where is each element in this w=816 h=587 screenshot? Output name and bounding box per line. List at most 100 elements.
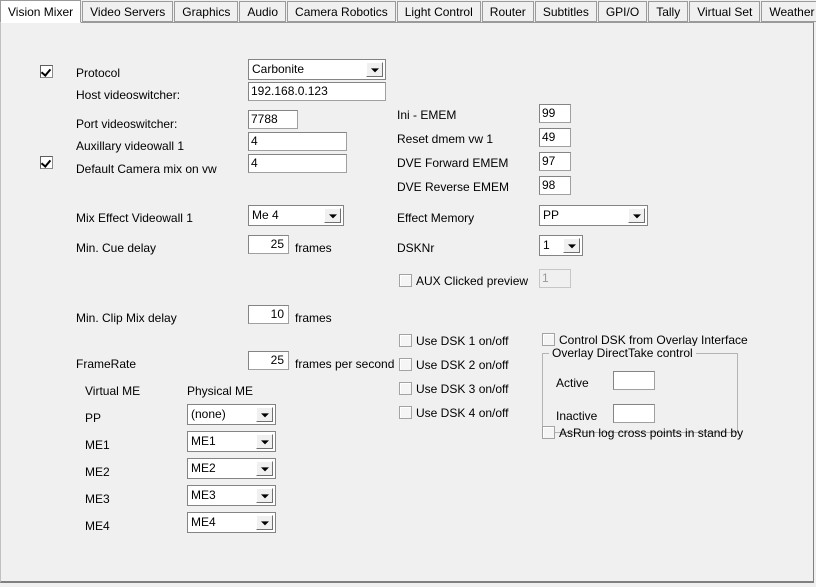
use-dsk-2-checkbox[interactable] [399,358,412,371]
tab-subtitles[interactable]: Subtitles [534,1,597,22]
tab-light-control[interactable]: Light Control [396,1,481,22]
overlay-active-label: Active [556,376,589,390]
virtual-me-row-me1-label: ME1 [85,438,110,452]
framerate-input[interactable]: 25 [248,351,289,370]
aux-videowall-label: Auxillary videowall 1 [76,139,185,153]
physical-me-select-me2[interactable]: ME2 [187,458,276,479]
reset-dmem-label: Reset dmem vw 1 [397,132,494,146]
overlay-directtake-group-title: Overlay DirectTake control [549,346,696,360]
min-clip-mix-delay-unit: frames [295,311,332,325]
physical-me-select-me4[interactable]: ME4 [187,512,276,533]
overlay-inactive-label: Inactive [556,409,598,423]
chevron-down-icon[interactable] [256,461,273,476]
aux-videowall-input[interactable]: 4 [248,132,347,151]
use-dsk-3-checkbox[interactable] [399,382,412,395]
framerate-unit: frames per second [295,357,395,371]
overlay-inactive-input[interactable] [613,404,655,423]
mix-effect-videowall-select[interactable]: Me 4 [248,205,344,226]
min-cue-delay-unit: frames [295,241,332,255]
chevron-down-icon[interactable] [366,62,383,77]
use-dsk-1-checkbox[interactable] [399,334,412,347]
tab-strip: Vision Mixer Video Servers Graphics Audio Ca… [0,0,816,23]
physical-me-select-me1[interactable]: ME1 [187,431,276,452]
tab-tally[interactable]: Tally [648,1,689,22]
aux-clicked-preview-input: 1 [539,269,571,288]
tab-virtual-set[interactable]: Virtual Set [689,1,761,22]
ini-emem-input[interactable]: 99 [539,104,571,123]
virtual-me-header: Virtual ME [85,384,141,398]
dsknr-label: DSKNr [397,241,435,255]
tab-vision-mixer[interactable]: Vision Mixer [0,0,82,23]
overlay-directtake-group: Overlay DirectTake control Active Inacti… [542,346,738,433]
chevron-down-icon[interactable] [256,407,273,422]
virtual-me-row-me2-label: ME2 [85,465,110,479]
aux-clicked-preview-label: AUX Clicked preview [416,274,529,288]
chevron-down-icon[interactable] [628,208,645,223]
control-dsk-overlay-label: Control DSK from Overlay Interface [559,333,748,347]
host-videoswitcher-label: Host videoswitcher: [76,88,181,102]
chevron-down-icon[interactable] [256,434,273,449]
physical-me-header: Physical ME [187,384,254,398]
default-camera-mix-input[interactable]: 4 [248,154,347,173]
effect-memory-value: PP [543,208,560,222]
physical-me-value-me1: ME1 [191,434,216,448]
protocol-label: Protocol [76,66,121,80]
min-cue-delay-label: Min. Cue delay [76,241,157,255]
physical-me-value-me2: ME2 [191,461,216,475]
reset-dmem-input[interactable]: 49 [539,128,571,147]
physical-me-value-me3: ME3 [191,488,216,502]
protocol-select-value: Carbonite [252,62,305,76]
mix-effect-videowall-label: Mix Effect Videowall 1 [76,211,193,225]
use-dsk-1-label: Use DSK 1 on/off [416,334,509,348]
physical-me-value-me4: ME4 [191,515,216,529]
framerate-label: FrameRate [76,357,137,371]
port-videoswitcher-label: Port videoswitcher: [76,117,178,131]
protocol-select[interactable]: Carbonite [248,59,386,80]
min-clip-mix-delay-label: Min. Clip Mix delay [76,311,177,325]
virtual-me-row-pp-label: PP [85,411,102,425]
aux-clicked-preview-checkbox[interactable] [399,274,412,287]
use-dsk-4-checkbox[interactable] [399,406,412,419]
dsknr-value: 1 [543,238,550,252]
physical-me-select-me3[interactable]: ME3 [187,485,276,506]
dve-reverse-emem-input[interactable]: 98 [539,176,571,195]
min-clip-mix-delay-input[interactable]: 10 [248,305,289,324]
chevron-down-icon[interactable] [324,208,341,223]
tab-camera-robotics[interactable]: Camera Robotics [287,1,396,22]
chevron-down-icon[interactable] [563,238,580,253]
tab-audio[interactable]: Audio [239,1,287,22]
use-dsk-4-label: Use DSK 4 on/off [416,406,509,420]
dve-reverse-emem-label: DVE Reverse EMEM [397,180,510,194]
dve-forward-emem-label: DVE Forward EMEM [397,156,509,170]
use-dsk-2-label: Use DSK 2 on/off [416,358,509,372]
vision-mixer-panel: Protocol Carbonite Host videoswitcher: 1… [0,22,814,583]
virtual-me-row-me3-label: ME3 [85,492,110,506]
chevron-down-icon[interactable] [256,488,273,503]
effect-memory-select[interactable]: PP [539,205,648,226]
virtual-me-row-me4-label: ME4 [85,519,110,533]
tab-graphics[interactable]: Graphics [174,1,239,22]
protocol-enabled-checkbox[interactable] [40,65,53,78]
tab-video-servers[interactable]: Video Servers [82,1,174,22]
chevron-down-icon[interactable] [256,515,273,530]
tab-weather[interactable]: Weather [761,1,816,22]
physical-me-select-pp[interactable]: (none) [187,404,276,425]
mix-effect-videowall-value: Me 4 [252,208,279,222]
default-camera-mix-checkbox[interactable] [40,156,53,169]
tab-gpio[interactable]: GPI/O [597,1,648,22]
dve-forward-emem-input[interactable]: 97 [539,152,571,171]
tab-router[interactable]: Router [481,1,534,22]
control-dsk-overlay-checkbox[interactable] [542,333,555,346]
use-dsk-3-label: Use DSK 3 on/off [416,382,509,396]
dsknr-select[interactable]: 1 [539,235,583,256]
host-videoswitcher-input[interactable]: 192.168.0.123 [248,82,386,101]
physical-me-value-pp: (none) [191,407,226,421]
default-camera-mix-label: Default Camera mix on vw [76,162,217,176]
ini-emem-label: Ini - EMEM [397,108,457,122]
asrun-log-label: AsRun log cross points in stand by [559,426,744,440]
min-cue-delay-input[interactable]: 25 [248,235,289,254]
effect-memory-label: Effect Memory [397,211,475,225]
overlay-active-input[interactable] [613,371,655,390]
asrun-log-checkbox[interactable] [542,426,555,439]
port-videoswitcher-input[interactable]: 7788 [248,110,298,129]
